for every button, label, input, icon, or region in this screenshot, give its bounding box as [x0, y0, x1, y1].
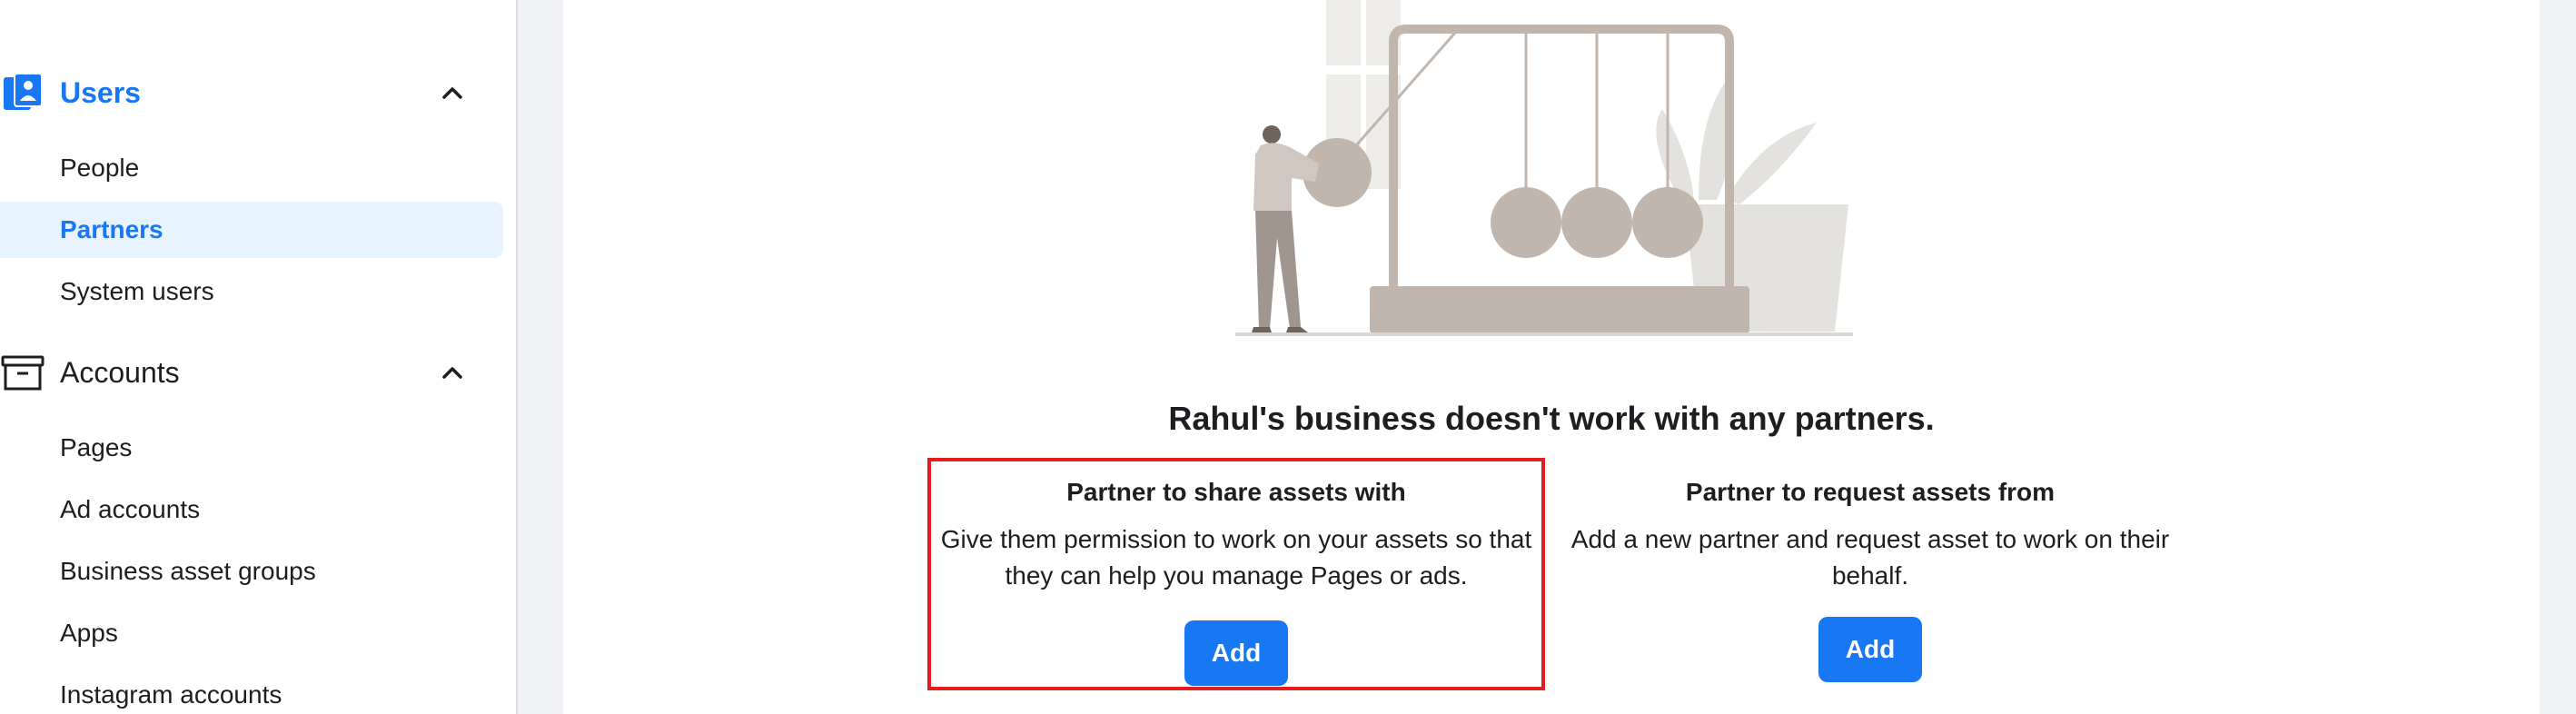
option-description: Add a new partner and request asset to w… [1564, 521, 2176, 594]
add-partner-request-button[interactable]: Add [1818, 617, 1922, 682]
accounts-section-title: Accounts [60, 355, 180, 389]
request-assets-option: Partner to request assets from Add a new… [1559, 458, 2182, 690]
sidebar-item-ad-accounts[interactable]: Ad accounts [0, 481, 503, 538]
option-title: Partner to share assets with [1066, 478, 1406, 506]
chevron-up-icon[interactable] [438, 358, 467, 387]
empty-state-title: Rahul's business doesn't work with any p… [1168, 400, 1935, 437]
sidebar-item-apps[interactable]: Apps [0, 605, 503, 661]
sidebar-item-pages[interactable]: Pages [0, 420, 503, 476]
sidebar-item-business-asset-groups[interactable]: Business asset groups [0, 543, 503, 600]
accounts-section-header[interactable]: Accounts [0, 341, 518, 404]
option-description-line: Add a new partner and request asset to w… [1570, 525, 2170, 553]
option-description: Give them permission to work on your ass… [934, 521, 1540, 594]
sidebar: Users People Partners System users Accou… [0, 0, 518, 714]
option-title: Partner to request assets from [1685, 478, 2056, 506]
sidebar-item-partners[interactable]: Partners [0, 202, 503, 258]
users-section-header[interactable]: Users [0, 61, 518, 124]
sidebar-item-people[interactable]: People [0, 140, 503, 196]
sidebar-item-instagram-accounts[interactable]: Instagram accounts [0, 667, 503, 714]
add-partner-share-button[interactable]: Add [1184, 620, 1288, 686]
option-description-line: Give them permission to work on your ass… [940, 525, 1532, 553]
chevron-up-icon[interactable] [438, 78, 467, 107]
users-icon [0, 70, 45, 115]
business-settings-page: Users People Partners System users Accou… [0, 0, 2576, 714]
option-description-line: behalf. [1831, 561, 1909, 590]
sidebar-item-system-users[interactable]: System users [0, 263, 503, 320]
share-assets-option: Partner to share assets with Give them p… [927, 458, 1545, 690]
empty-state-illustration [1217, 0, 1871, 345]
option-description-line: they can help you manage Pages or ads. [1005, 561, 1468, 590]
users-section-title: Users [60, 75, 141, 109]
briefcase-icon [0, 350, 45, 395]
